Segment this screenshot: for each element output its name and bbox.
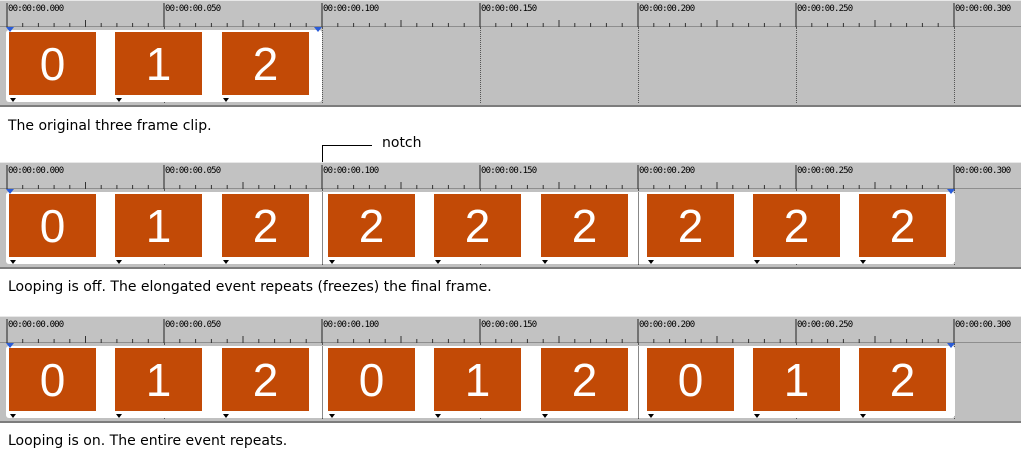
ruler-time-label: 00:00:00.050 (165, 166, 221, 176)
caption-original: The original three frame clip. (8, 118, 212, 134)
video-track[interactable]: 012222222 (0, 189, 1021, 269)
ruler-time-label: 00:00:00.200 (639, 166, 695, 176)
frame-marker (648, 260, 654, 264)
caption-looping-off: Looping is off. The elongated event repe… (8, 279, 492, 295)
frame-marker (435, 414, 441, 418)
ruler-time-label: 00:00:00.000 (8, 320, 64, 330)
ruler-ticks: 00:00:00.000 00:00:00.050 00:00:00.100 00:0… (0, 163, 1021, 190)
frame-marker (542, 260, 548, 264)
ruler-time-label: 00:00:00.250 (797, 320, 853, 330)
ruler-time-label: 00:00:00.200 (639, 4, 695, 14)
loop-notch (638, 192, 639, 264)
frame-marker (329, 260, 335, 264)
ruler-time-label: 00:00:00.200 (639, 320, 695, 330)
frame-thumbnail: 0 (328, 348, 415, 411)
notch-callout-leader (322, 145, 372, 146)
ruler-time-label: 00:00:00.300 (955, 320, 1011, 330)
ruler-time-label: 00:00:00.250 (797, 4, 853, 14)
frame-marker (10, 260, 16, 264)
ruler-ticks: 00:00:00.000 00:00:00.050 00:00:00.100 00:0… (0, 317, 1021, 344)
event-edge-marker (947, 343, 955, 348)
caption-looping-on: Looping is on. The entire event repeats. (8, 433, 288, 449)
frame-thumbnail: 1 (115, 348, 202, 411)
ruler-time-label: 00:00:00.150 (481, 4, 537, 14)
frame-thumbnail: 0 (9, 348, 96, 411)
frame-thumbnail: 0 (9, 194, 96, 257)
grid-line (796, 27, 797, 103)
grid-line (954, 27, 955, 103)
grid-line (480, 27, 481, 103)
grid-line (638, 27, 639, 103)
time-ruler[interactable]: 00:00:00.000 00:00:00.050 00:00:00.100 00:0… (0, 316, 1021, 343)
frame-marker (223, 98, 229, 102)
loop-notch (322, 192, 323, 264)
frame-marker (542, 414, 548, 418)
time-ruler[interactable]: 00:00:00.000 00:00:00.050 00:00:00.100 00:0… (0, 0, 1021, 27)
frame-thumbnail: 2 (434, 194, 521, 257)
frame-thumbnail: 2 (222, 348, 309, 411)
loop-notch (638, 346, 639, 418)
frame-thumbnail: 1 (115, 194, 202, 257)
ruler-time-label: 00:00:00.100 (323, 166, 379, 176)
frame-marker (754, 414, 760, 418)
frame-thumbnail: 2 (328, 194, 415, 257)
frame-marker (10, 98, 16, 102)
frame-marker (223, 260, 229, 264)
frame-marker (329, 414, 335, 418)
frame-marker (116, 98, 122, 102)
frame-thumbnail: 1 (753, 348, 840, 411)
video-track[interactable]: 012012012 (0, 343, 1021, 423)
event-edge-marker (947, 189, 955, 194)
frame-thumbnail: 0 (647, 348, 734, 411)
ruler-time-label: 00:00:00.100 (323, 320, 379, 330)
frame-marker (648, 414, 654, 418)
ruler-time-label: 00:00:00.050 (165, 320, 221, 330)
ruler-time-label: 00:00:00.000 (8, 4, 64, 14)
frame-marker (116, 414, 122, 418)
event-edge-marker (6, 189, 14, 194)
frame-thumbnail: 2 (647, 194, 734, 257)
ruler-time-label: 00:00:00.100 (323, 4, 379, 14)
grid-line (322, 27, 323, 103)
frame-thumbnail: 2 (222, 194, 309, 257)
frame-marker (860, 414, 866, 418)
ruler-ticks: 00:00:00.000 00:00:00.050 00:00:00.100 00:0… (0, 1, 1021, 28)
event-edge-marker (314, 27, 322, 32)
frame-thumbnail: 2 (753, 194, 840, 257)
ruler-time-label: 00:00:00.050 (165, 4, 221, 14)
frame-marker (754, 260, 760, 264)
frame-thumbnail: 2 (541, 194, 628, 257)
frame-thumbnail: 2 (859, 194, 946, 257)
frame-thumbnail: 2 (222, 32, 309, 95)
frame-thumbnail: 1 (434, 348, 521, 411)
ruler-time-label: 00:00:00.300 (955, 4, 1011, 14)
frame-thumbnail: 2 (541, 348, 628, 411)
event-edge-marker (6, 343, 14, 348)
ruler-time-label: 00:00:00.150 (481, 166, 537, 176)
frame-marker (435, 260, 441, 264)
ruler-time-label: 00:00:00.150 (481, 320, 537, 330)
frame-marker (860, 260, 866, 264)
ruler-time-label: 00:00:00.250 (797, 166, 853, 176)
frame-thumbnail: 0 (9, 32, 96, 95)
ruler-time-label: 00:00:00.300 (955, 166, 1011, 176)
frame-thumbnail: 2 (859, 348, 946, 411)
event-edge-marker (6, 27, 14, 32)
frame-thumbnail: 1 (115, 32, 202, 95)
time-ruler[interactable]: 00:00:00.000 00:00:00.050 00:00:00.100 00:0… (0, 162, 1021, 189)
video-track[interactable]: 012 (0, 27, 1021, 107)
loop-notch (322, 346, 323, 418)
ruler-time-label: 00:00:00.000 (8, 166, 64, 176)
notch-label: notch (382, 135, 422, 151)
frame-marker (116, 260, 122, 264)
frame-marker (223, 414, 229, 418)
frame-marker (10, 414, 16, 418)
